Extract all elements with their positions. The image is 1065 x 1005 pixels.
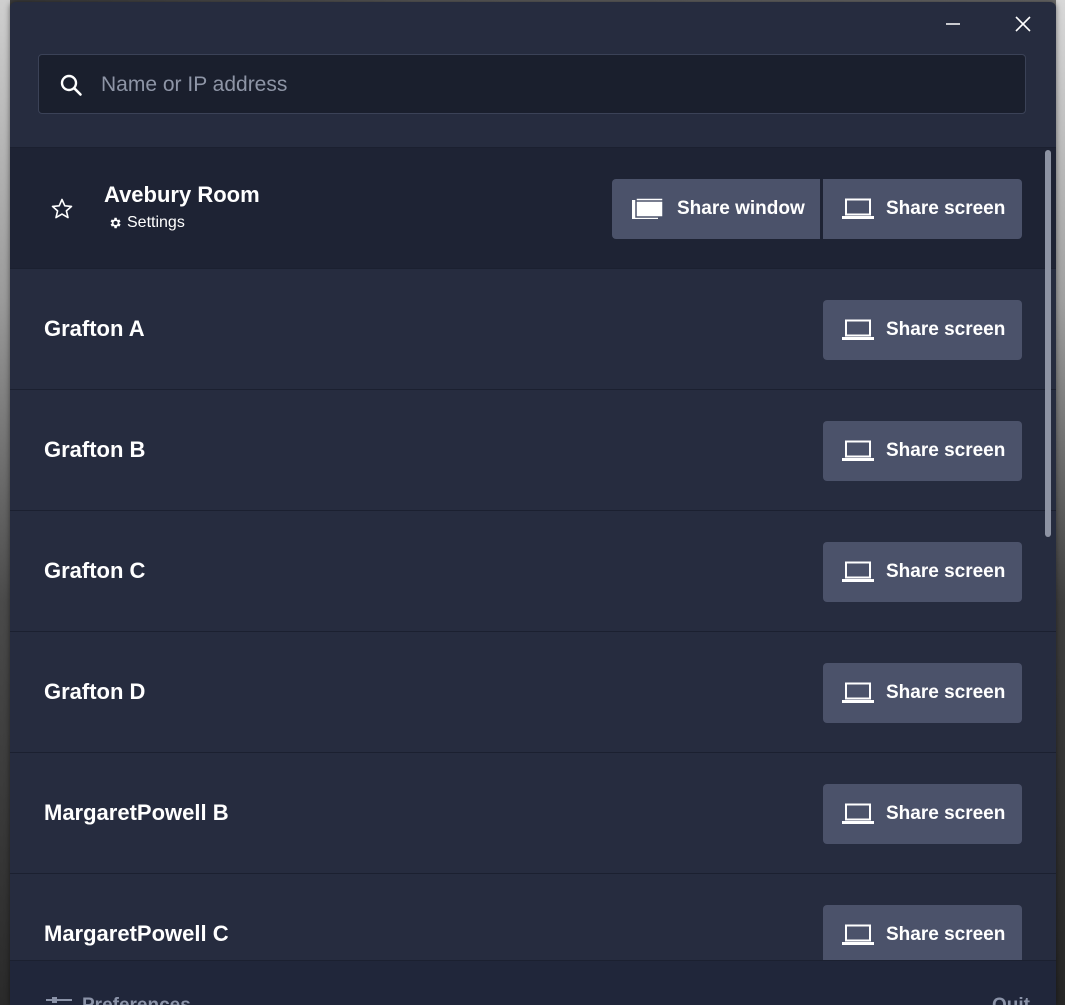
star-icon[interactable] bbox=[50, 197, 74, 221]
room-name: Grafton A bbox=[44, 316, 145, 341]
laptop-icon bbox=[842, 440, 874, 461]
laptop-icon bbox=[842, 319, 874, 340]
settings-link[interactable]: Settings bbox=[108, 214, 185, 232]
close-button[interactable] bbox=[1000, 4, 1046, 44]
footer-bar: Preferences Quit bbox=[10, 960, 1056, 1005]
room-name: Avebury Room bbox=[104, 182, 260, 207]
share-window-label: Share window bbox=[677, 198, 805, 219]
share-screen-label: Share screen bbox=[886, 198, 1006, 219]
laptop-icon bbox=[842, 198, 874, 219]
share-window-button[interactable]: Share window bbox=[612, 179, 820, 239]
scrollbar-thumb[interactable] bbox=[1045, 150, 1051, 537]
search-input[interactable] bbox=[99, 55, 1003, 115]
room-row-avebury[interactable]: Avebury Room Settings Share window Share… bbox=[10, 148, 1056, 269]
share-screen-label: Share screen bbox=[886, 924, 1006, 945]
room-row[interactable]: Grafton A Share screen bbox=[10, 269, 1056, 390]
room-name: MargaretPowell B bbox=[44, 800, 229, 825]
room-name: Grafton D bbox=[44, 679, 146, 704]
search-icon bbox=[60, 74, 82, 96]
search-box[interactable] bbox=[38, 54, 1026, 115]
title-bar[interactable] bbox=[10, 2, 1056, 46]
minimize-icon bbox=[946, 23, 960, 25]
room-name: Grafton C bbox=[44, 558, 146, 583]
room-name: Grafton B bbox=[44, 437, 146, 462]
share-screen-button[interactable]: Share screen bbox=[823, 421, 1022, 481]
desktop-background-left bbox=[0, 0, 10, 1005]
laptop-icon bbox=[842, 561, 874, 582]
laptop-icon bbox=[842, 682, 874, 703]
desktop-background-right bbox=[1056, 0, 1065, 1005]
share-screen-button[interactable]: Share screen bbox=[823, 300, 1022, 360]
minimize-button[interactable] bbox=[930, 4, 976, 44]
share-screen-button[interactable]: Share screen bbox=[823, 179, 1022, 239]
preferences-label: Preferences bbox=[82, 995, 191, 1005]
quit-button[interactable]: Quit bbox=[992, 995, 1030, 1005]
settings-label: Settings bbox=[127, 214, 185, 231]
share-screen-label: Share screen bbox=[886, 682, 1006, 703]
laptop-icon bbox=[842, 803, 874, 824]
share-screen-label: Share screen bbox=[886, 319, 1006, 340]
share-screen-button[interactable]: Share screen bbox=[823, 542, 1022, 602]
gear-icon bbox=[110, 217, 121, 229]
window-icon bbox=[632, 197, 664, 219]
close-icon bbox=[1015, 16, 1031, 32]
laptop-icon bbox=[842, 924, 874, 945]
room-name: MargaretPowell C bbox=[44, 921, 229, 946]
room-row[interactable]: Grafton B Share screen bbox=[10, 390, 1056, 511]
share-screen-button[interactable]: Share screen bbox=[823, 905, 1022, 961]
room-row[interactable]: Grafton D Share screen bbox=[10, 632, 1056, 753]
preferences-button[interactable]: Preferences bbox=[46, 995, 191, 1005]
room-row[interactable]: MargaretPowell C Share screen bbox=[10, 874, 1056, 961]
sliders-icon bbox=[46, 997, 72, 1003]
app-window: Avebury Room Settings Share window bbox=[10, 2, 1056, 1005]
room-row[interactable]: Grafton C Share screen bbox=[10, 511, 1056, 632]
share-screen-button[interactable]: Share screen bbox=[823, 784, 1022, 844]
room-list[interactable]: Avebury Room Settings Share window Share… bbox=[10, 147, 1056, 961]
share-screen-label: Share screen bbox=[886, 803, 1006, 824]
room-row[interactable]: MargaretPowell B Share screen bbox=[10, 753, 1056, 874]
share-screen-button[interactable]: Share screen bbox=[823, 663, 1022, 723]
share-screen-label: Share screen bbox=[886, 561, 1006, 582]
share-screen-label: Share screen bbox=[886, 440, 1006, 461]
